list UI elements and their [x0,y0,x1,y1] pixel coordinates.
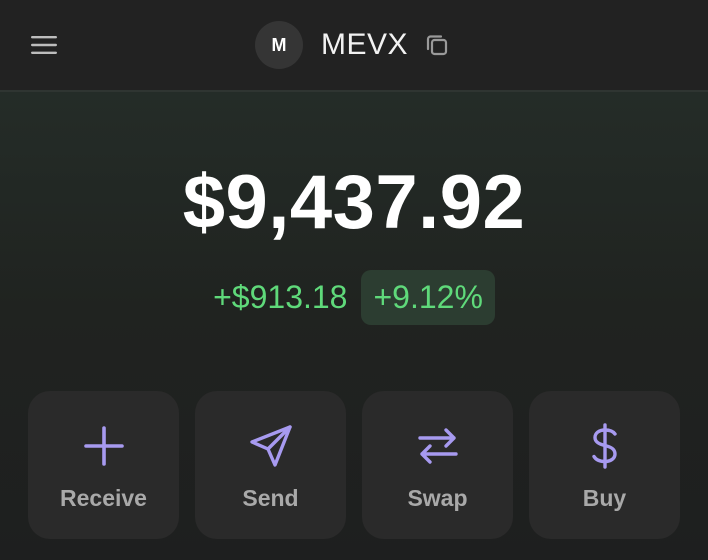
hamburger-menu-icon [31,36,57,54]
action-buttons: Receive Send Swap Buy [28,391,680,539]
receive-label: Receive [60,485,147,511]
top-bar: M MEVX [0,0,708,92]
wallet-selector[interactable]: M MEVX [255,20,452,70]
copy-icon [426,35,448,56]
plus-icon [83,426,124,466]
change-amount: +$913.18 [213,278,348,315]
menu-button[interactable] [26,30,62,60]
change-percent-badge: +9.12% [361,269,495,325]
buy-button[interactable]: Buy [529,391,680,539]
wallet-avatar: M [255,21,303,69]
balance-change: +$913.18 +9.12% [0,268,708,326]
send-label: Send [242,485,299,511]
wallet-screen: M MEVX $9,437.92 +$913.18 +9.12% Receive [0,0,708,560]
send-icon [249,425,292,467]
swap-label: Swap [407,485,468,511]
wallet-name: MEVX [321,28,409,61]
dollar-icon [591,423,617,469]
receive-button[interactable]: Receive [28,391,179,539]
total-balance: $9,437.92 [182,160,526,245]
copy-address-button[interactable] [422,30,452,60]
send-button[interactable]: Send [195,391,346,539]
swap-arrows-icon [417,428,458,464]
swap-button[interactable]: Swap [362,391,513,539]
buy-label: Buy [582,485,627,511]
